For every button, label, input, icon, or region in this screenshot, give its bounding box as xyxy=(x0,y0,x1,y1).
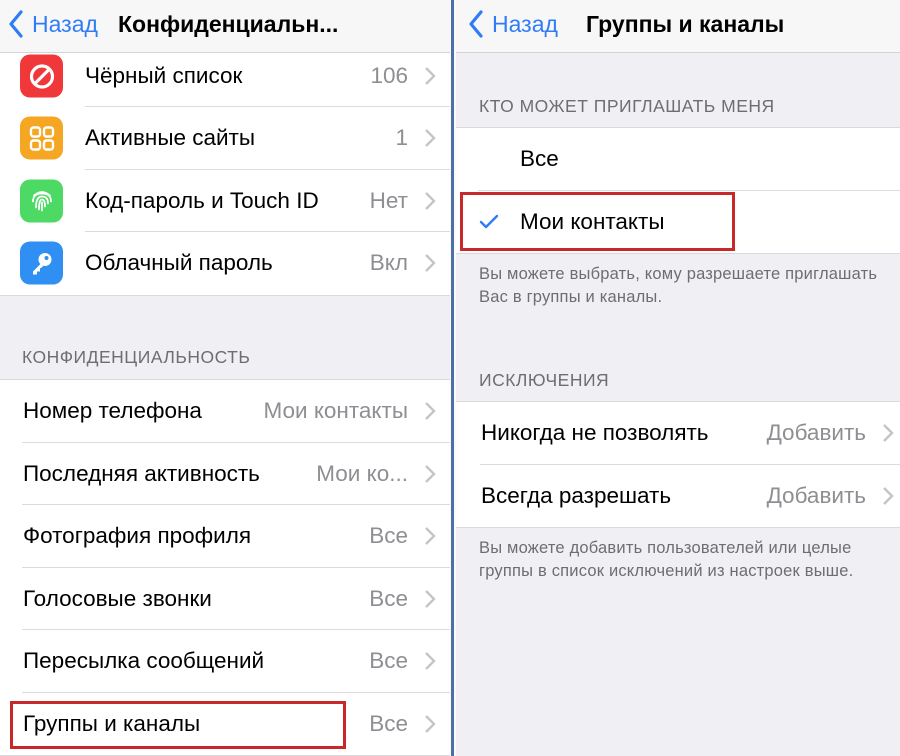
who-can-invite-header: КТО МОЖЕТ ПРИГЛАШАТЬ МЕНЯ xyxy=(479,96,775,116)
groups-channels-value: Все xyxy=(369,710,408,736)
privacy-group: Номер телефона Мои контакты Последняя ак… xyxy=(0,379,450,756)
phone-number-label: Номер телефона xyxy=(23,398,202,424)
privacy-section-header: КОНФИДЕНЦИАЛЬНОСТЬ xyxy=(22,347,251,367)
back-button[interactable]: Назад xyxy=(8,6,98,42)
passcode-label: Код-пароль и Touch ID xyxy=(85,187,319,213)
back-label: Назад xyxy=(32,10,98,37)
exceptions-note: Вы можете добавить пользователей или цел… xyxy=(479,539,854,580)
active-sites-count: 1 xyxy=(395,125,408,151)
last-seen-value: Мои ко... xyxy=(316,460,408,486)
key-icon xyxy=(20,241,63,285)
never-allow-label: Никогда не позволять xyxy=(481,420,709,446)
chevron-right-icon xyxy=(425,67,436,85)
chevron-right-icon xyxy=(425,191,436,210)
option-everybody[interactable]: Все xyxy=(456,128,900,191)
profile-photo-label: Фотография профиля xyxy=(23,523,252,549)
forwarded-messages-label: Пересылка сообщений xyxy=(23,648,265,674)
option-my-contacts-label: Мои контакты xyxy=(520,208,665,234)
voice-calls-row[interactable]: Голосовые звонки Все xyxy=(0,568,450,630)
chevron-right-icon xyxy=(425,652,436,671)
passcode-value: Нет xyxy=(369,187,408,213)
invite-options-group: Все Мои контакты xyxy=(456,127,900,254)
chevron-right-icon xyxy=(425,527,436,546)
last-seen-row[interactable]: Последняя активность Мои ко... xyxy=(0,443,450,505)
active-sites-label: Активные сайты xyxy=(85,125,256,151)
back-label: Назад xyxy=(492,10,558,37)
active-sites-row[interactable]: Активные сайты 1 xyxy=(0,107,450,170)
chevron-right-icon xyxy=(425,402,436,421)
blacklist-row[interactable]: Чёрный список 106 xyxy=(0,45,450,107)
always-allow-row[interactable]: Всегда разрешать Добавить xyxy=(456,465,900,528)
chevron-right-icon xyxy=(883,424,894,443)
cloud-password-value: Вкл xyxy=(369,250,408,276)
profile-photo-row[interactable]: Фотография профиля Все xyxy=(0,505,450,568)
never-allow-add: Добавить xyxy=(766,420,866,446)
voice-calls-value: Все xyxy=(369,585,408,611)
blacklist-label: Чёрный список xyxy=(85,63,243,88)
option-my-contacts[interactable]: Мои контакты xyxy=(456,191,900,254)
phone-number-value: Мои контакты xyxy=(263,398,408,424)
options-note: Вы можете выбрать, кому разрешаете пригл… xyxy=(479,265,878,306)
cloud-password-label: Облачный пароль xyxy=(85,250,273,276)
profile-photo-value: Все xyxy=(369,523,408,549)
right-nav-bar: Назад Группы и каналы xyxy=(456,0,900,53)
chevron-right-icon xyxy=(425,464,436,483)
checkmark-icon xyxy=(479,214,499,228)
security-group: Чёрный список 106 Активные сайты 1 Код-п… xyxy=(0,44,450,296)
block-icon xyxy=(20,54,63,98)
chevron-right-icon xyxy=(425,589,436,608)
chevron-right-icon xyxy=(425,254,436,273)
chevron-right-icon xyxy=(883,486,894,505)
passcode-row[interactable]: Код-пароль и Touch ID Нет xyxy=(0,170,450,232)
cloud-password-row[interactable]: Облачный пароль Вкл xyxy=(0,232,450,295)
forwarded-messages-row[interactable]: Пересылка сообщений Все xyxy=(0,630,450,693)
chevron-right-icon xyxy=(425,714,436,733)
chevron-left-icon xyxy=(9,10,23,38)
blacklist-count: 106 xyxy=(370,63,408,88)
groups-channels-pane: Назад Группы и каналы КТО МОЖЕТ ПРИГЛАША… xyxy=(456,0,900,756)
phone-number-row[interactable]: Номер телефона Мои контакты xyxy=(0,380,450,443)
privacy-settings-pane: Чёрный список 106 Активные сайты 1 Код-п… xyxy=(0,0,450,756)
left-nav-bar: Назад Конфиденциальн... xyxy=(0,0,450,53)
always-allow-label: Всегда разрешать xyxy=(481,482,672,508)
last-seen-label: Последняя активность xyxy=(23,460,260,486)
option-everybody-label: Все xyxy=(520,146,559,172)
never-allow-row[interactable]: Никогда не позволять Добавить xyxy=(456,402,900,465)
chevron-right-icon xyxy=(425,129,436,148)
groups-channels-row[interactable]: Группы и каналы Все xyxy=(0,693,450,756)
always-allow-add: Добавить xyxy=(766,482,866,508)
page-title: Конфиденциальн... xyxy=(118,11,339,37)
fingerprint-icon xyxy=(20,179,63,223)
exceptions-group: Никогда не позволять Добавить Всегда раз… xyxy=(456,401,900,528)
groups-channels-label: Группы и каналы xyxy=(23,710,201,736)
chevron-left-icon xyxy=(469,10,483,38)
exceptions-header: ИСКЛЮЧЕНИЯ xyxy=(479,370,610,390)
page-title: Группы и каналы xyxy=(586,11,785,37)
grid-icon xyxy=(20,116,63,160)
back-button[interactable]: Назад xyxy=(468,6,558,42)
forwarded-messages-value: Все xyxy=(369,648,408,674)
voice-calls-label: Голосовые звонки xyxy=(23,585,212,611)
